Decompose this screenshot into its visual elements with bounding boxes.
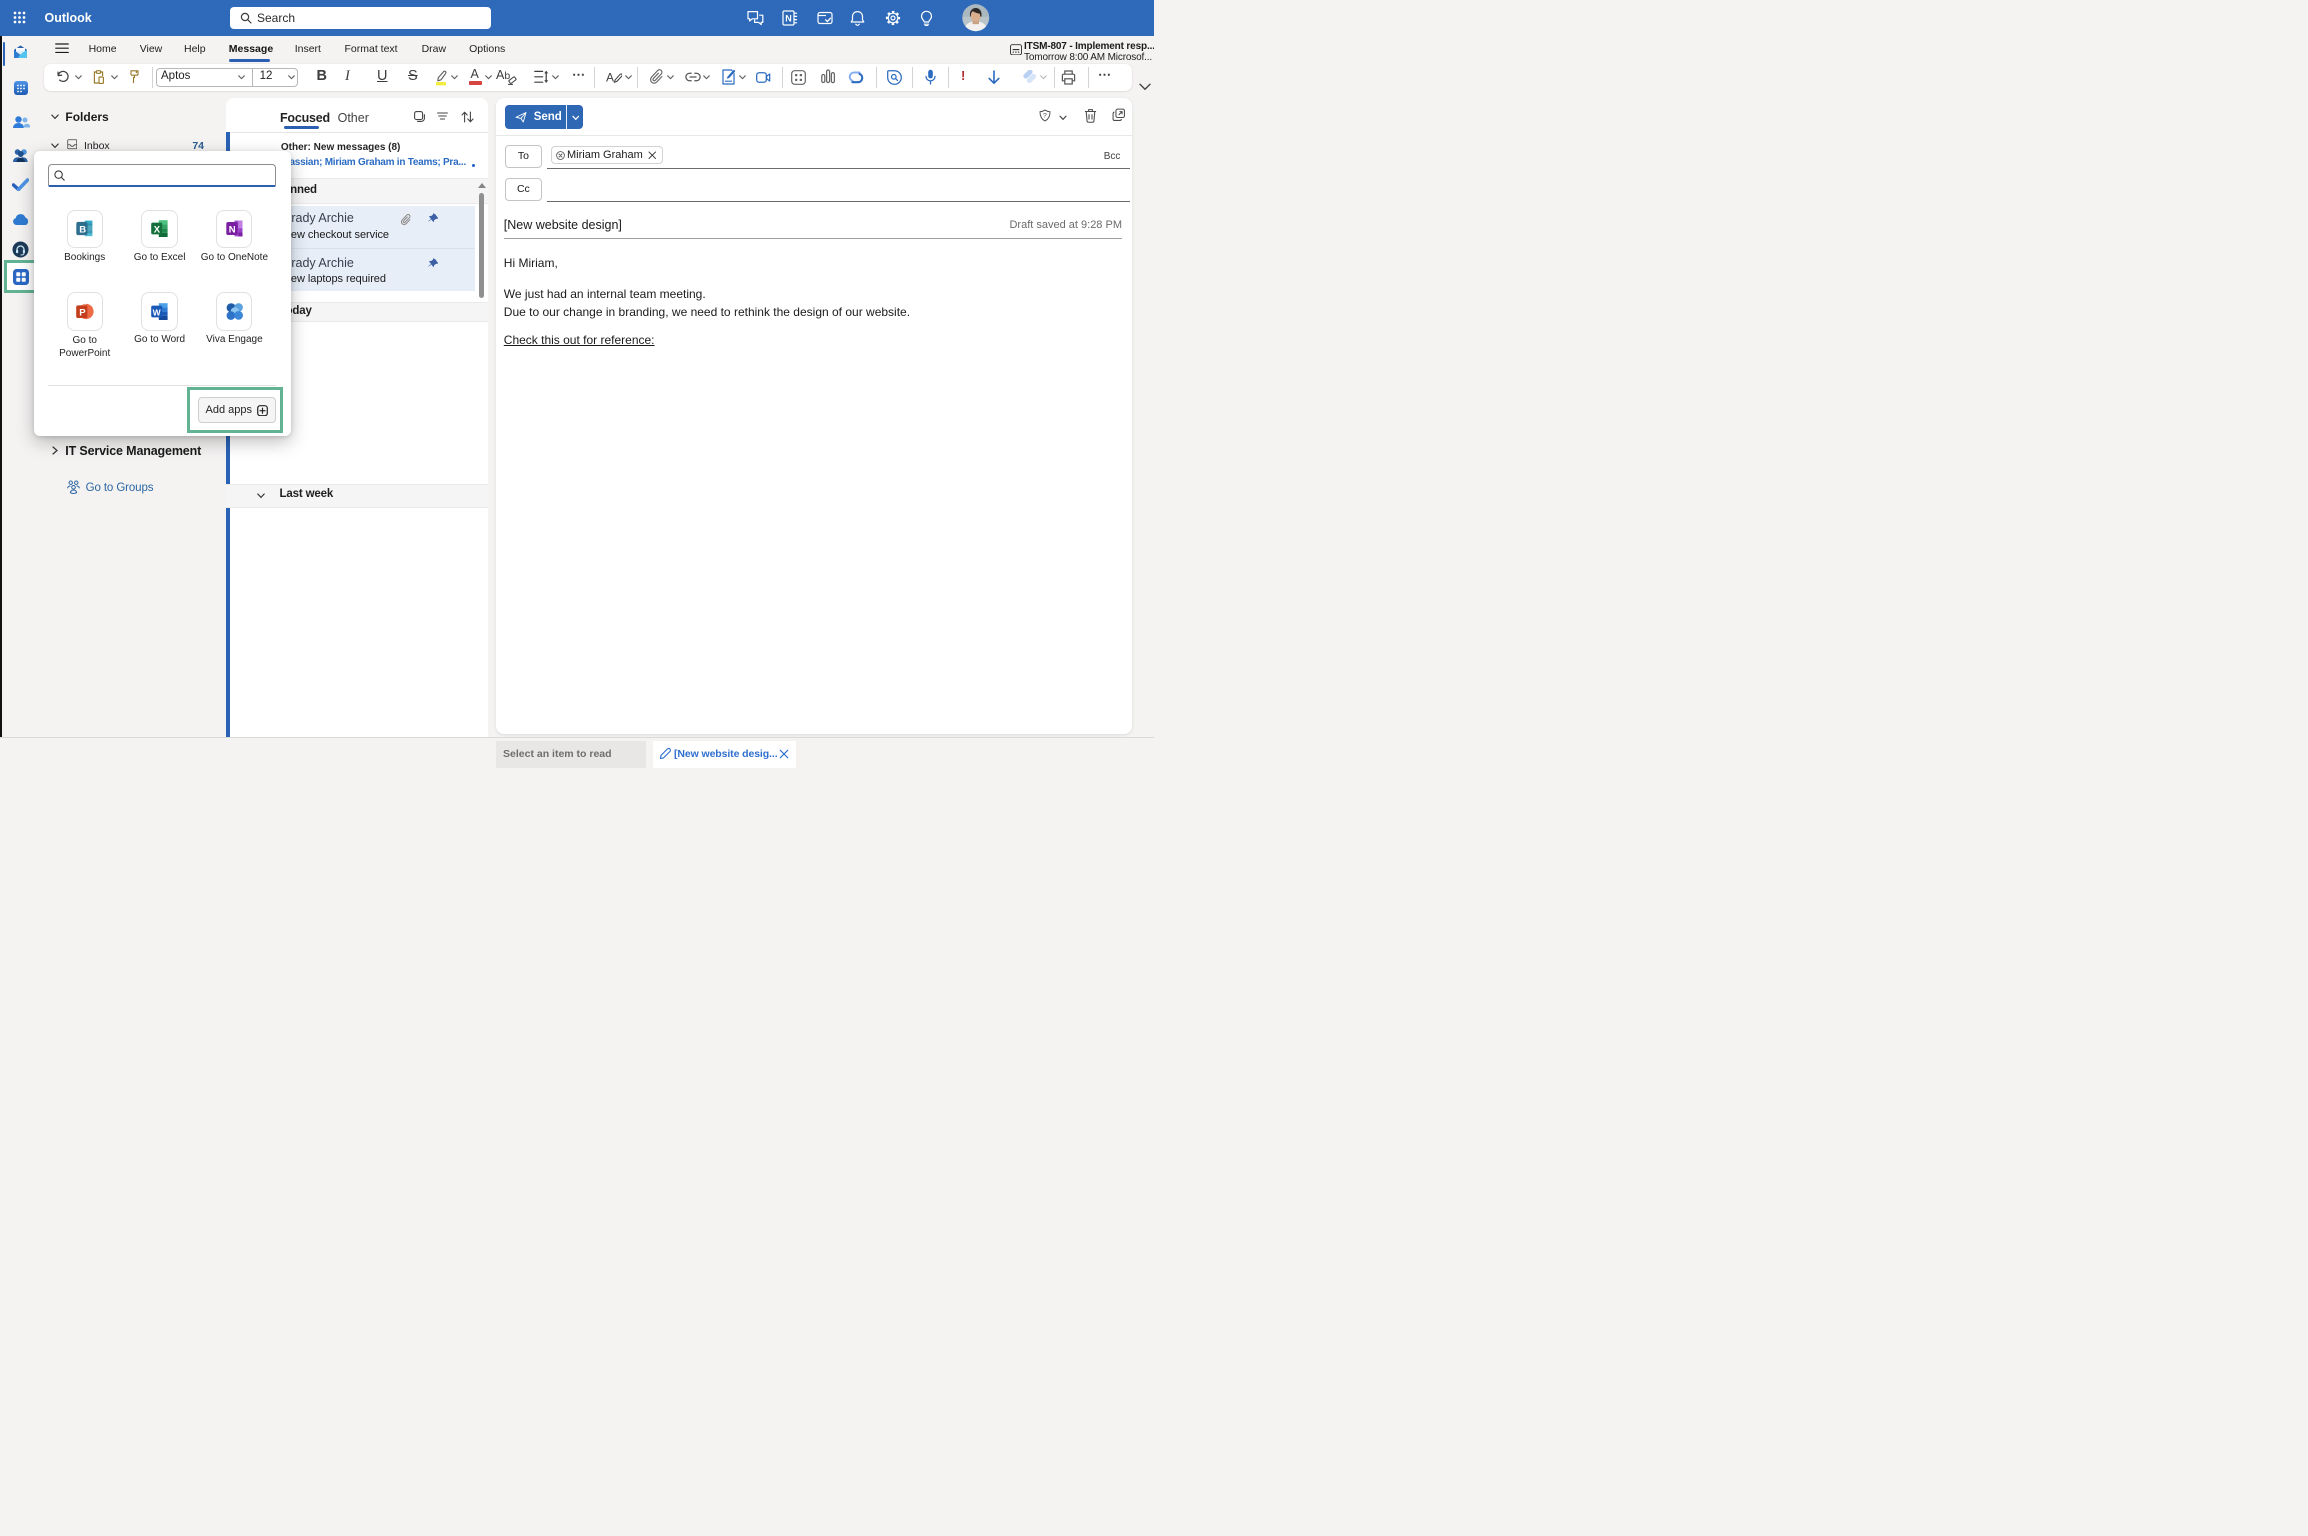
svg-text:N: N: [228, 225, 235, 236]
svg-text:?: ?: [1043, 112, 1047, 119]
svg-text:P: P: [79, 307, 86, 318]
svg-text:A: A: [606, 70, 614, 84]
svg-text:W: W: [152, 307, 161, 317]
svg-text:X: X: [154, 225, 161, 236]
svg-text:N: N: [785, 14, 792, 24]
svg-text:B: B: [79, 224, 86, 235]
